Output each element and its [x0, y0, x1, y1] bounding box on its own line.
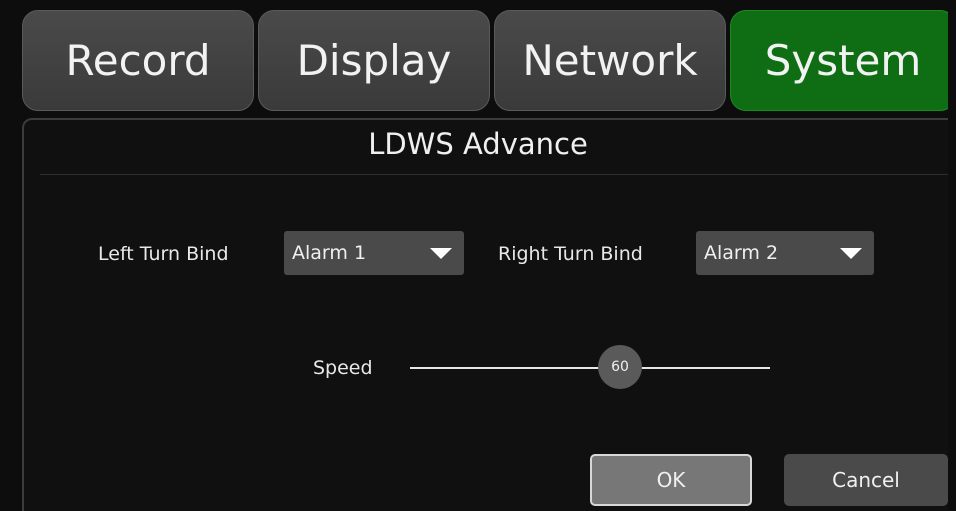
- panel-title: LDWS Advance: [368, 127, 588, 161]
- right-turn-bind-value: Alarm 2: [704, 242, 779, 264]
- settings-panel: [22, 118, 956, 511]
- tab-record[interactable]: Record: [22, 10, 254, 111]
- right-turn-bind-dropdown[interactable]: Alarm 2: [696, 231, 874, 275]
- left-turn-bind-value: Alarm 1: [292, 242, 367, 264]
- speed-label: Speed: [313, 357, 373, 379]
- tab-display-label: Display: [296, 36, 452, 85]
- tab-system[interactable]: System: [730, 10, 956, 111]
- tab-display[interactable]: Display: [258, 10, 490, 111]
- speed-slider-track[interactable]: [410, 367, 770, 369]
- speed-value: 60: [611, 359, 629, 375]
- title-divider: [40, 174, 956, 175]
- right-turn-bind-label: Right Turn Bind: [498, 243, 643, 265]
- left-turn-bind-dropdown[interactable]: Alarm 1: [284, 231, 464, 275]
- left-turn-bind-label: Left Turn Bind: [98, 243, 229, 265]
- tab-system-label: System: [764, 36, 922, 85]
- ok-button-label: OK: [656, 468, 686, 492]
- chevron-down-icon: [840, 248, 862, 259]
- tab-network-label: Network: [522, 36, 698, 85]
- ok-button[interactable]: OK: [590, 454, 752, 506]
- tab-record-label: Record: [65, 36, 211, 85]
- tab-network[interactable]: Network: [494, 10, 726, 111]
- cancel-button-label: Cancel: [832, 468, 900, 492]
- speed-slider-knob[interactable]: 60: [598, 345, 642, 389]
- chevron-down-icon: [430, 248, 452, 259]
- screen-edge: [948, 0, 956, 511]
- cancel-button[interactable]: Cancel: [784, 454, 948, 506]
